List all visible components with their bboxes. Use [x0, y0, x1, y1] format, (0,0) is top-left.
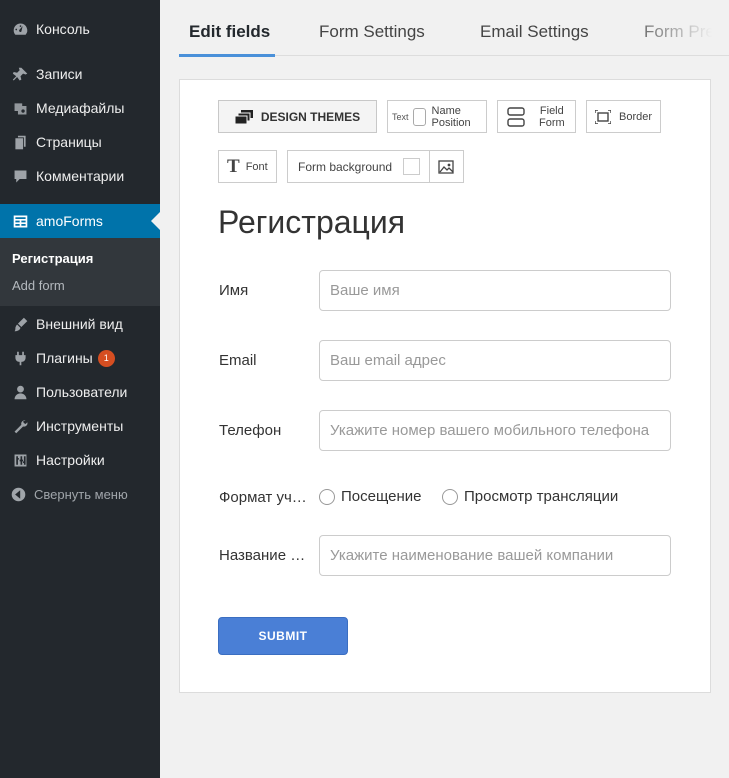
forms-icon	[10, 211, 30, 231]
sidebar-item-plugins[interactable]: Плагины 1	[0, 341, 160, 375]
field-label-phone: Телефон	[219, 422, 282, 439]
design-themes-label: DESIGN THEMES	[260, 109, 361, 124]
font-icon: T	[227, 155, 240, 177]
sidebar-item-appearance[interactable]: Внешний вид	[0, 307, 160, 341]
design-themes-button[interactable]: DESIGN THEMES	[218, 100, 377, 133]
sidebar-item-pages[interactable]: Страницы	[0, 125, 160, 159]
field-form-line2: Form	[539, 116, 565, 129]
sidebar-item-label: Страницы	[36, 134, 102, 150]
sidebar-item-label: Консоль	[36, 21, 90, 37]
sidebar-item-label: Комментарии	[36, 168, 125, 184]
form-editor-tabs: Edit fields Form Settings Email Settings…	[179, 0, 729, 58]
sidebar-item-media[interactable]: Медиафайлы	[0, 91, 160, 125]
radio-circle	[319, 488, 335, 505]
settings-icon	[10, 450, 30, 470]
sidebar-item-label: Плагины	[36, 350, 93, 366]
pages-icon	[10, 132, 30, 152]
layers-icon	[234, 109, 253, 124]
background-color-swatch[interactable]	[403, 158, 421, 175]
field-label-email: Email	[219, 352, 257, 369]
name-position-line1: Name	[431, 104, 461, 117]
sidebar-item-label: Внешний вид	[36, 316, 123, 332]
image-icon[interactable]	[438, 159, 454, 175]
radio-circle	[442, 488, 458, 505]
update-count-badge: 1	[97, 349, 115, 367]
text-toggle-label: Text	[392, 111, 409, 122]
collapse-menu-label: Свернуть меню	[34, 486, 128, 502]
sidebar-item-label: Пользователи	[36, 384, 128, 400]
media-icon	[10, 98, 30, 118]
sidebar-item-label: amoForms	[36, 213, 103, 229]
dashboard-icon	[10, 19, 30, 39]
tab-email-settings[interactable]: Email Settings	[480, 22, 589, 42]
tab-form-settings[interactable]: Form Settings	[319, 22, 425, 42]
sidebar-item-users[interactable]: Пользователи	[0, 375, 160, 409]
submenu-item-add-form[interactable]: Add form	[12, 278, 65, 293]
border-button[interactable]: Border	[586, 100, 661, 133]
email-input[interactable]	[319, 340, 671, 381]
border-label: Border	[619, 110, 653, 123]
name-position-button[interactable]: Text Name Position	[387, 100, 487, 133]
border-icon	[595, 109, 611, 124]
sidebar-item-amoforms[interactable]: amoForms	[0, 204, 160, 238]
field-form-icon	[507, 106, 525, 127]
active-tab-indicator	[179, 54, 275, 57]
sidebar-item-label: Инструменты	[36, 418, 124, 434]
tab-form-preview[interactable]: Form Preview	[644, 22, 729, 42]
comments-icon	[10, 166, 30, 186]
pin-icon	[10, 64, 30, 84]
sidebar-item-comments[interactable]: Комментарии	[0, 159, 160, 193]
field-label-format: Формат уч…	[219, 489, 307, 506]
field-form-line1: Field	[539, 104, 564, 117]
toolbar-divider	[429, 151, 430, 182]
form-title[interactable]: Регистрация	[218, 204, 405, 241]
form-background-label: Form background	[298, 159, 393, 174]
submit-button[interactable]: SUBMIT	[218, 617, 348, 655]
phone-input[interactable]	[319, 410, 671, 451]
field-form-label: Field Form	[539, 105, 565, 129]
appearance-icon	[10, 314, 30, 334]
sidebar-item-tools[interactable]: Инструменты	[0, 409, 160, 443]
sidebar-item-label: Настройки	[36, 452, 105, 468]
tab-divider	[275, 55, 729, 56]
name-input[interactable]	[319, 270, 671, 311]
name-position-line2: Position	[431, 116, 471, 129]
tools-icon	[10, 416, 30, 436]
sidebar-item-posts[interactable]: Записи	[0, 57, 160, 91]
field-label-name: Имя	[219, 282, 249, 299]
form-background-button[interactable]: Form background	[287, 150, 464, 183]
plugins-icon	[10, 348, 30, 368]
collapse-arrow-icon	[11, 487, 26, 501]
position-toggle-icon	[412, 107, 426, 126]
radio-attendance[interactable]: Посещение	[319, 488, 422, 505]
font-label: Font	[245, 160, 268, 173]
users-icon	[10, 382, 30, 402]
font-button[interactable]: T Font	[218, 150, 277, 183]
tab-edit-fields[interactable]: Edit fields	[189, 22, 270, 42]
submenu-item-registration[interactable]: Регистрация	[12, 251, 93, 266]
sidebar-item-dashboard[interactable]: Консоль	[0, 12, 160, 46]
form-editor-panel: DESIGN THEMES Text Name Position Field F…	[179, 79, 711, 693]
collapse-menu-button[interactable]: Свернуть меню	[10, 484, 128, 504]
amoforms-submenu: Регистрация Add form	[0, 238, 160, 306]
radio-label: Посещение	[341, 488, 422, 505]
company-input[interactable]	[319, 535, 671, 576]
radio-broadcast[interactable]: Просмотр трансляции	[442, 488, 618, 505]
name-position-label: Name Position	[432, 105, 471, 129]
radio-label: Просмотр трансляции	[464, 488, 619, 505]
field-form-button[interactable]: Field Form	[497, 100, 576, 133]
sidebar-item-label: Медиафайлы	[36, 100, 125, 116]
field-label-company: Название …	[219, 547, 306, 564]
sidebar-item-label: Записи	[36, 66, 83, 82]
sidebar-item-settings[interactable]: Настройки	[0, 443, 160, 477]
admin-sidebar: Консоль Записи Медиафайлы Страницы Комме…	[0, 0, 160, 778]
